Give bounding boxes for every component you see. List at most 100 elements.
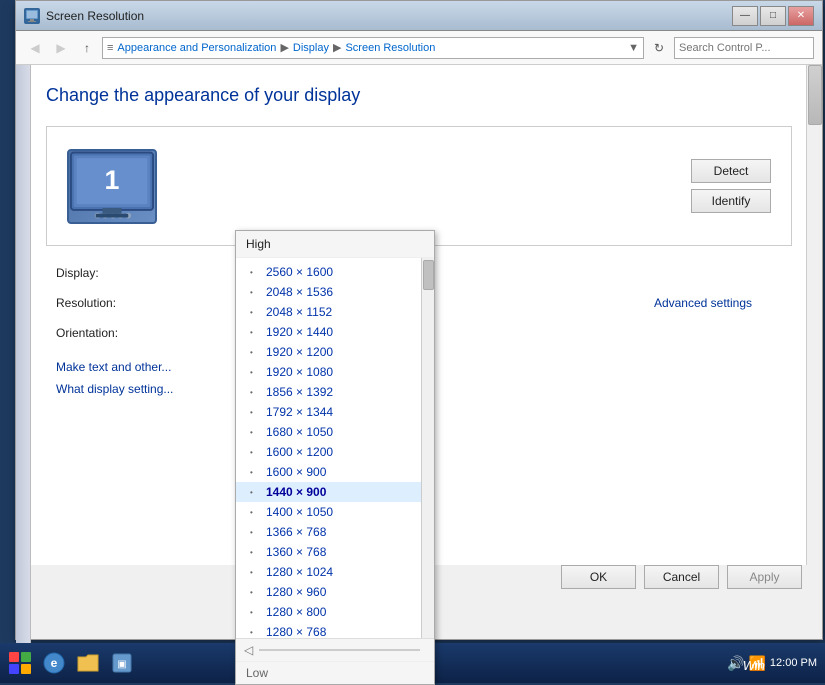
resolution-text: 1920 × 1440	[266, 325, 333, 339]
svg-text:▣: ▣	[117, 659, 126, 670]
apply-button[interactable]: Apply	[727, 565, 802, 589]
slider-left-arrow[interactable]: ◁	[244, 643, 253, 657]
bullet-icon: •	[250, 268, 253, 277]
search-box[interactable]: 🔍	[674, 37, 814, 59]
window-title: Screen Resolution	[46, 9, 732, 23]
detect-identify-buttons: Detect Identify	[691, 159, 771, 213]
taskbar-extra-icon[interactable]: ▣	[106, 647, 138, 679]
resolution-item[interactable]: • 1920 × 1440	[236, 322, 434, 342]
detect-button[interactable]: Detect	[691, 159, 771, 183]
resolution-item[interactable]: • 1856 × 1392	[236, 382, 434, 402]
bullet-icon: •	[250, 348, 253, 357]
resolution-item[interactable]: •1280 × 768	[236, 622, 434, 638]
bullet-icon: •	[250, 328, 253, 337]
resolution-item[interactable]: • 2560 × 1600	[236, 262, 434, 282]
resolution-item[interactable]: • 1366 × 768	[236, 522, 434, 542]
bullet-icon: •	[250, 308, 253, 317]
resolution-item[interactable]: • 1920 × 1080	[236, 362, 434, 382]
bullet-icon: •	[250, 548, 253, 557]
left-edge	[16, 65, 31, 645]
address-field[interactable]: ≡ Appearance and Personalization ▶ Displ…	[102, 37, 644, 59]
monitor-display-icon: 1	[67, 149, 157, 224]
dropdown-scroll-thumb[interactable]	[423, 260, 434, 290]
resolution-text: 1360 × 768	[266, 545, 326, 559]
display-panel: 1 Detect Identify	[46, 126, 792, 246]
close-button[interactable]: ✕	[788, 6, 814, 26]
cancel-button[interactable]: Cancel	[644, 565, 719, 589]
scroll-thumb[interactable]	[808, 65, 822, 125]
bullet-icon: •	[250, 368, 253, 377]
taskbar-right: 🔊 📶 12:00 PM	[719, 655, 825, 672]
ok-button[interactable]: OK	[561, 565, 636, 589]
bullet-icon: •	[250, 468, 253, 477]
dropdown-scrollbar[interactable]	[421, 258, 434, 638]
breadcrumb-display[interactable]: Display	[293, 42, 329, 54]
resolution-item[interactable]: • 1280 × 960	[236, 582, 434, 602]
resolution-item[interactable]: • 1360 × 768	[236, 542, 434, 562]
bullet-icon: •	[250, 588, 253, 597]
taskbar-left: e ▣	[0, 647, 142, 679]
display-label: Display:	[56, 266, 166, 280]
resolution-text: 1600 × 1200	[266, 445, 333, 459]
refresh-button[interactable]: ↻	[648, 37, 670, 59]
search-input[interactable]	[679, 42, 821, 54]
resolution-text: 1366 × 768	[266, 525, 326, 539]
resolution-text: 1600 × 900	[266, 465, 326, 479]
page-title: Change the appearance of your display	[46, 85, 792, 106]
resolution-text: 1920 × 1080	[266, 365, 333, 379]
identify-button[interactable]: Identify	[691, 189, 771, 213]
window-icon	[24, 8, 40, 24]
taskbar-time: 12:00 PM	[770, 657, 817, 669]
resolution-item[interactable]: •1280 × 1024	[236, 562, 434, 582]
resolution-text: 2560 × 1600	[266, 265, 333, 279]
resolution-text: 1856 × 1392	[266, 385, 333, 399]
resolution-text: 1920 × 1200	[266, 345, 333, 359]
breadcrumb-appearance[interactable]: Appearance and Personalization	[117, 42, 276, 54]
resolution-item[interactable]: •1792 × 1344	[236, 402, 434, 422]
resolution-item[interactable]: • 1600 × 900	[236, 462, 434, 482]
bullet-icon: •	[250, 388, 253, 397]
resolution-item[interactable]: •1280 × 800	[236, 602, 434, 622]
breadcrumb-screen-resolution[interactable]: Screen Resolution	[345, 42, 435, 54]
bullet-icon: •	[250, 288, 253, 297]
dropdown-scroll-area[interactable]: •2560 × 1600•2048 × 1536•2048 × 1152•192…	[236, 258, 434, 638]
resolution-text: 1440 × 900	[266, 485, 326, 499]
maximize-button[interactable]: □	[760, 6, 786, 26]
resolution-item[interactable]: •1600 × 1200	[236, 442, 434, 462]
resolution-text: 1680 × 1050	[266, 425, 333, 439]
back-button[interactable]: ◀	[24, 37, 46, 59]
resolution-text: 1280 × 800	[266, 605, 326, 619]
resolution-item[interactable]: • 1400 × 1050	[236, 502, 434, 522]
taskbar-ie-icon[interactable]: e	[38, 647, 70, 679]
resolution-dropdown: High •2560 × 1600•2048 × 1536•2048 × 115…	[235, 230, 435, 685]
window-controls: — □ ✕	[732, 6, 814, 26]
up-button[interactable]: ↑	[76, 37, 98, 59]
dropdown-footer: Low	[236, 661, 434, 684]
resolution-text: 1280 × 768	[266, 625, 326, 638]
win-label: Win	[743, 658, 765, 673]
resolution-item[interactable]: • 1920 × 1200	[236, 342, 434, 362]
resolution-item[interactable]: • 2048 × 1152	[236, 302, 434, 322]
resolution-text: 1280 × 960	[266, 585, 326, 599]
taskbar-folder-icon[interactable]	[72, 647, 104, 679]
bullet-icon: •	[250, 488, 253, 497]
minimize-button[interactable]: —	[732, 6, 758, 26]
resolution-list: •2560 × 1600•2048 × 1536•2048 × 1152•192…	[236, 262, 434, 638]
resolution-item[interactable]: • 1680 × 1050	[236, 422, 434, 442]
bullet-icon: •	[250, 428, 253, 437]
resolution-item[interactable]: • 1440 × 900	[236, 482, 434, 502]
resolution-text: 1400 × 1050	[266, 505, 333, 519]
forward-button[interactable]: ▶	[50, 37, 72, 59]
bottom-buttons: OK Cancel Apply	[561, 565, 802, 589]
bullet-icon: •	[250, 528, 253, 537]
resolution-item[interactable]: •2048 × 1536	[236, 282, 434, 302]
start-button[interactable]	[4, 647, 36, 679]
bullet-icon: •	[250, 508, 253, 517]
advanced-settings-link[interactable]: Advanced settings	[654, 296, 752, 310]
resolution-text: 2048 × 1152	[266, 305, 332, 319]
resolution-text: 1792 × 1344	[266, 405, 333, 419]
resolution-label: Resolution:	[56, 296, 166, 310]
svg-text:1: 1	[105, 164, 120, 194]
scrollbar[interactable]	[806, 65, 822, 565]
address-dropdown-arrow[interactable]: ▼	[628, 42, 639, 54]
